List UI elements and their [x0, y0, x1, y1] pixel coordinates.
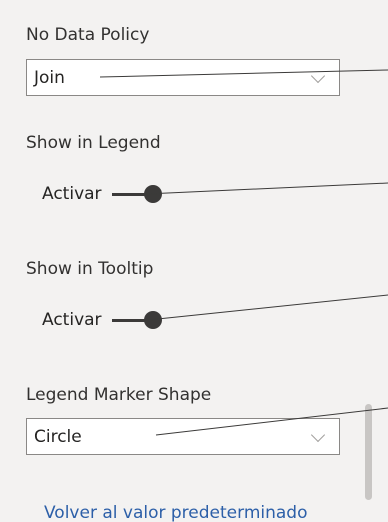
show-in-legend-toggle-track — [112, 193, 146, 196]
show-in-tooltip-toggle-track — [112, 319, 146, 322]
no-data-policy-value: Join — [34, 68, 65, 88]
show-in-legend-toggle-text: Activar — [42, 184, 102, 204]
show-in-tooltip-toggle-text: Activar — [42, 310, 102, 330]
no-data-policy-dropdown[interactable]: Join — [26, 59, 340, 96]
format-settings-panel: No Data Policy Join Show in Legend Activ… — [0, 0, 388, 522]
legend-marker-shape-label: Legend Marker Shape — [26, 385, 212, 405]
legend-marker-shape-dropdown[interactable]: Circle — [26, 418, 340, 455]
show-in-tooltip-toggle-knob[interactable] — [144, 311, 162, 329]
chevron-down-icon — [310, 427, 326, 443]
vertical-scrollbar-thumb[interactable] — [365, 404, 372, 500]
show-in-tooltip-label: Show in Tooltip — [26, 259, 154, 279]
legend-marker-shape-value: Circle — [34, 427, 82, 447]
callout-line-show-in-tooltip — [147, 294, 388, 321]
reset-to-default-link[interactable]: Volver al valor predeterminado — [44, 503, 307, 522]
chevron-down-icon — [310, 68, 326, 84]
show-in-legend-label: Show in Legend — [26, 133, 161, 153]
show-in-legend-toggle-knob[interactable] — [144, 185, 162, 203]
callout-line-show-in-legend — [145, 182, 388, 195]
no-data-policy-label: No Data Policy — [26, 25, 150, 45]
